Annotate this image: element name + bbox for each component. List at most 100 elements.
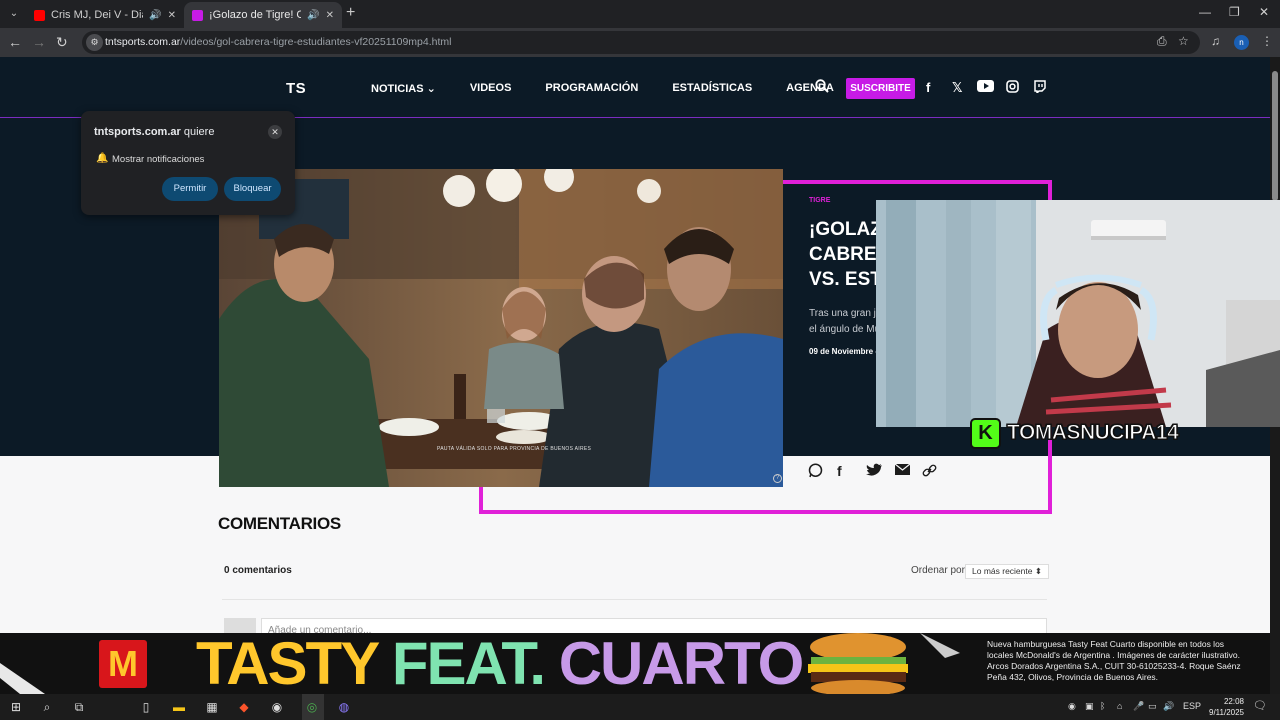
burger-image: [808, 633, 908, 694]
x-twitter-icon[interactable]: 𝕏: [952, 80, 962, 96]
site-header: TS NOTICIAS ⌄ VIDEOS PROGRAMACIÓN ESTADÍ…: [0, 57, 1270, 118]
permission-text: Mostrar notificaciones: [112, 154, 205, 165]
kick-logo-icon: K: [970, 417, 1001, 449]
close-tab-icon[interactable]: ✕: [326, 10, 334, 21]
twitch-icon[interactable]: [1033, 80, 1046, 96]
minimize-icon[interactable]: —: [1199, 5, 1211, 19]
volume-icon[interactable]: 🔊: [1163, 701, 1174, 712]
whatsapp-share-icon[interactable]: [808, 463, 823, 481]
back-icon[interactable]: ←: [8, 34, 22, 50]
bookmark-star-icon[interactable]: ☆: [1178, 34, 1189, 48]
nvidia-icon[interactable]: ▣: [1085, 701, 1094, 712]
task-view-icon[interactable]: ⧉: [70, 698, 88, 716]
youtube-icon[interactable]: [977, 80, 994, 95]
ad-word: FEAT.: [391, 633, 546, 694]
restore-icon[interactable]: ❐: [1229, 5, 1240, 19]
select-arrows-icon: ⬍: [1034, 566, 1042, 576]
address-bar[interactable]: ⚙ tntsports.com.ar/videos/gol-cabrera-ti…: [82, 31, 1200, 54]
browser-tab-music[interactable]: Cris MJ, Dei V - Diabólica (V 🔊 ✕: [26, 2, 184, 28]
brave-browser-icon[interactable]: ◆: [235, 698, 253, 716]
browser-tab-bar: ⌄ Cris MJ, Dei V - Diabólica (V 🔊 ✕ ¡Gol…: [0, 0, 1280, 28]
facebook-share-icon[interactable]: f: [837, 463, 842, 479]
instagram-icon[interactable]: [1006, 80, 1019, 96]
ad-word: TASTY: [196, 633, 379, 694]
store-icon[interactable]: ▦: [203, 698, 221, 716]
clock[interactable]: 22:08 9/11/2025: [1200, 696, 1244, 718]
speaker-icon[interactable]: 🔊: [149, 10, 161, 21]
browser-tab-active[interactable]: ¡Golazo de Tigre! Cabrera c 🔊 ✕: [184, 2, 342, 28]
email-share-icon[interactable]: [894, 463, 911, 479]
speaker-icon[interactable]: 🔊: [307, 10, 319, 21]
microphone-icon[interactable]: 🎤: [1133, 701, 1144, 712]
file-explorer-icon[interactable]: ▬: [170, 698, 188, 716]
chrome-icon[interactable]: ◎: [303, 698, 321, 716]
search-icon[interactable]: [815, 79, 829, 96]
file-icon[interactable]: ▯: [137, 698, 155, 716]
nav-label: NOTICIAS: [371, 83, 424, 95]
facebook-icon[interactable]: f: [926, 80, 930, 95]
kebab-menu-icon[interactable]: ⋮: [1261, 34, 1273, 48]
popup-site: tntsports.com.ar: [94, 126, 181, 138]
profile-avatar[interactable]: n: [1234, 35, 1249, 50]
comment-input[interactable]: Añade un comentario...: [261, 618, 1047, 633]
headline-line: CABRER: [809, 244, 876, 265]
url-text[interactable]: tntsports.com.ar/videos/gol-cabrera-tigr…: [105, 36, 451, 48]
twitter-share-icon[interactable]: [866, 463, 883, 480]
tab-title: Cris MJ, Dei V - Diabólica (V: [51, 9, 143, 21]
summary-line: el ángulo de Mu: [809, 324, 876, 335]
install-app-icon[interactable]: ⎙: [1157, 34, 1167, 49]
url-path: /videos/gol-cabrera-tigre-estudiantes-vf…: [180, 36, 452, 48]
media-control-icon[interactable]: ♫: [1211, 34, 1220, 48]
reload-icon[interactable]: ↻: [56, 34, 68, 50]
close-tab-icon[interactable]: ✕: [168, 10, 176, 21]
comment-count: 0 comentarios: [224, 565, 292, 576]
close-window-icon[interactable]: ✕: [1259, 5, 1269, 19]
windows-start-icon[interactable]: ⊞: [7, 698, 25, 716]
article-date: 09 de Noviembre -: [809, 347, 876, 356]
ad-scroll-edge: [1270, 633, 1280, 694]
search-icon[interactable]: ⌕: [38, 698, 56, 716]
help-icon[interactable]: ?: [773, 474, 782, 483]
site-info-icon[interactable]: ⚙: [86, 34, 103, 51]
nav-noticias[interactable]: NOTICIAS ⌄: [371, 82, 436, 95]
subscribe-button[interactable]: SUSCRIBITE: [846, 78, 915, 99]
copy-link-icon[interactable]: [922, 463, 937, 481]
article-summary: Tras una gran ju el ángulo de Mu: [809, 306, 876, 338]
controller-icon[interactable]: ⌂: [1117, 701, 1122, 711]
nav-videos[interactable]: VIDEOS: [470, 82, 512, 95]
obs-icon[interactable]: ◉: [268, 698, 286, 716]
chevron-down-icon: ⌄: [426, 83, 436, 95]
nav-estadisticas[interactable]: ESTADÍSTICAS: [672, 82, 752, 95]
ad-headline: TASTY FEAT. CUARTO: [196, 633, 804, 694]
discord-icon[interactable]: ◍: [335, 698, 353, 716]
new-tab-button[interactable]: +: [346, 5, 355, 21]
youtube-favicon-icon: [34, 9, 45, 21]
main-nav: NOTICIAS ⌄ VIDEOS PROGRAMACIÓN ESTADÍSTI…: [371, 82, 868, 95]
notification-permission-popup: tntsports.com.ar quiere ✕ 🔔 Mostrar noti…: [81, 111, 295, 215]
close-icon[interactable]: ✕: [268, 125, 282, 139]
nav-programacion[interactable]: PROGRAMACIÓN: [545, 82, 638, 95]
streamer-name: TOMASNUCIPA14: [1006, 421, 1179, 445]
comment-placeholder: Añade un comentario...: [268, 625, 372, 633]
tray-app-icon[interactable]: ◉: [1068, 701, 1076, 712]
block-button[interactable]: Bloquear: [224, 177, 281, 201]
sort-label: Ordenar por: [911, 565, 965, 576]
allow-button[interactable]: Permitir: [162, 177, 218, 201]
forward-icon[interactable]: →: [32, 34, 46, 50]
bluetooth-icon[interactable]: ᛒ: [1100, 701, 1105, 711]
ad-banner[interactable]: M TASTY FEAT. CUARTO Nueva hamburguesa T…: [0, 633, 1270, 694]
sort-value: Lo más reciente: [972, 566, 1033, 576]
sort-select[interactable]: Lo más reciente ⬍: [965, 564, 1049, 579]
language-indicator[interactable]: ESP: [1183, 701, 1201, 711]
popup-verb: quiere: [183, 126, 215, 138]
divider: [222, 599, 1047, 600]
clock-date: 9/11/2025: [1209, 708, 1244, 717]
scrollbar-thumb[interactable]: [1272, 71, 1278, 201]
site-logo[interactable]: TS: [286, 80, 306, 97]
notifications-icon[interactable]: 🗨: [1253, 699, 1267, 712]
network-icon[interactable]: ▭: [1148, 701, 1157, 712]
windows-taskbar: ⊞ ⌕ ⧉ ▯ ▬ ▦ ◆ ◉ ◎ ◍ ◉ ▣ ᛒ ⌂ 🎤 ▭ 🔊 ESP 22…: [0, 694, 1280, 720]
bell-icon: 🔔: [96, 153, 109, 164]
tab-search-chevron-icon[interactable]: ⌄: [4, 5, 24, 23]
video-player[interactable]: PAUTA VÁLIDA SOLO PARA PROVINCIA DE BUEN…: [219, 169, 783, 487]
